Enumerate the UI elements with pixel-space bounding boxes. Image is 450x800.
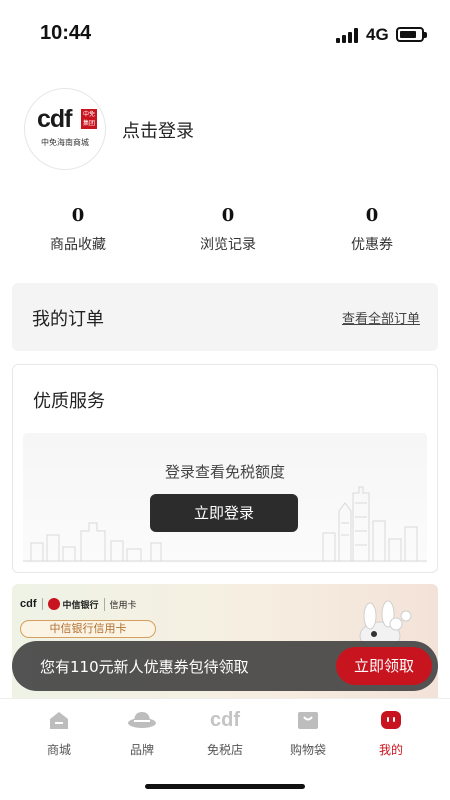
- tab-mall[interactable]: 商城: [14, 707, 104, 758]
- coupon-toast-text: 您有110元新人优惠券包待领取: [40, 658, 249, 676]
- stat-favorites[interactable]: 0 商品收藏: [18, 205, 138, 254]
- profile-icon: [381, 711, 401, 729]
- claim-coupon-button[interactable]: 立即领取: [336, 647, 432, 685]
- status-time: 10:44: [40, 22, 92, 44]
- quota-hint: 登录查看免税额度: [164, 463, 285, 481]
- login-button[interactable]: 立即登录: [150, 494, 298, 532]
- logo-subtitle: 中免海南商城: [41, 138, 89, 147]
- status-bar: 10:44 4G: [0, 0, 450, 70]
- stat-coupons[interactable]: 0 优惠券: [312, 205, 432, 254]
- home-indicator[interactable]: [145, 784, 305, 789]
- tab-profile[interactable]: 我的: [346, 707, 436, 758]
- stat-value: 0: [71, 205, 85, 226]
- battery-icon: [396, 27, 427, 42]
- tab-duty-free-store[interactable]: cdf 免税店: [180, 707, 270, 758]
- login-link[interactable]: 点击登录: [122, 117, 194, 143]
- signal-icon: [336, 27, 362, 43]
- mall-icon: [50, 712, 68, 729]
- banner-brand-row: cdf 中信银行 信用卡: [20, 596, 137, 612]
- service-card: 优质服务 登录查看免税额度 立即登录: [12, 364, 438, 573]
- orders-card: 我的订单 查看全部订单: [12, 283, 438, 351]
- duty-free-quota-panel: 登录查看免税额度 立即登录: [23, 433, 427, 563]
- tab-label: 我的: [378, 743, 403, 757]
- logo-badge: 中免集团: [81, 109, 97, 129]
- stat-value: 0: [365, 205, 379, 226]
- banner-bank-name: 中信银行: [62, 600, 99, 611]
- stat-label: 优惠券: [351, 237, 393, 253]
- cdf-logo: cdf: [37, 105, 72, 133]
- avatar[interactable]: cdf 中免集团 中免海南商城: [24, 88, 106, 170]
- stat-history[interactable]: 0 浏览记录: [168, 205, 288, 254]
- coupon-toast: 您有110元新人优惠券包待领取 立即领取: [12, 641, 438, 691]
- shopping-bag-icon: [298, 712, 318, 729]
- tab-label: 购物袋: [289, 743, 326, 757]
- orders-title: 我的订单: [32, 309, 104, 330]
- stat-value: 0: [221, 205, 235, 226]
- tab-shopping-bag[interactable]: 购物袋: [263, 707, 353, 758]
- citic-bank-icon: [47, 598, 60, 610]
- tab-label: 免税店: [206, 743, 243, 757]
- banner-pill: 中信银行信用卡: [20, 620, 156, 638]
- stat-label: 浏览记录: [200, 237, 256, 253]
- view-all-orders-link[interactable]: 查看全部订单: [342, 308, 420, 327]
- tab-label: 品牌: [129, 743, 154, 757]
- banner-cdf-logo: cdf: [20, 598, 37, 610]
- tab-brand[interactable]: 品牌: [97, 707, 187, 758]
- cdf-store-icon: cdf: [210, 708, 240, 731]
- stat-label: 商品收藏: [50, 237, 106, 253]
- banner-card-tag: 信用卡: [103, 597, 137, 611]
- service-title: 优质服务: [33, 391, 105, 412]
- brand-icon: [128, 712, 156, 728]
- tab-label: 商城: [46, 743, 71, 757]
- network-label: 4G: [366, 25, 389, 44]
